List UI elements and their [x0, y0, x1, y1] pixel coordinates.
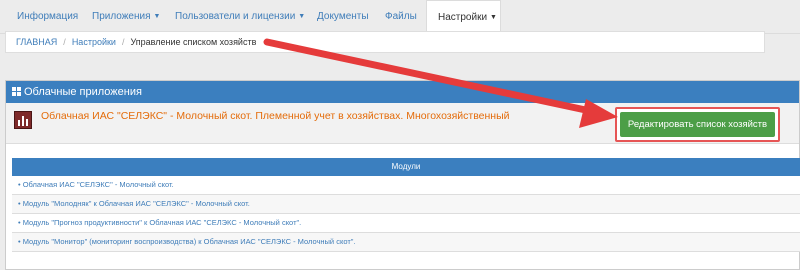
grid-icon: [12, 87, 21, 96]
nav-apps-label: Приложения: [92, 11, 151, 22]
caret-down-icon: ▼: [153, 13, 161, 20]
table-row[interactable]: • Модуль "Монитор" (мониторинг воспроизв…: [12, 233, 800, 252]
breadcrumb-current: Управление списком хозяйств: [130, 37, 257, 47]
nav-apps[interactable]: Приложения ▼: [92, 0, 160, 33]
nav-users-licenses[interactable]: Пользователи и лицензии ▼: [175, 0, 305, 33]
app-logo-icon: [14, 111, 32, 129]
table-header: Модули: [12, 158, 800, 176]
breadcrumb: ГЛАВНАЯ / Настройки / Управление списком хоз…: [5, 31, 765, 53]
panel-header: Облачные приложения: [6, 81, 799, 103]
caret-down-icon: ▼: [490, 14, 497, 21]
breadcrumb-settings[interactable]: Настройки: [72, 37, 116, 47]
nav-settings-label: Настройки: [438, 12, 488, 23]
breadcrumb-separator: /: [121, 37, 125, 47]
nav-documents-label: Документы: [317, 11, 369, 22]
breadcrumb-home[interactable]: ГЛАВНАЯ: [16, 37, 57, 47]
table-row[interactable]: • Облачная ИАС "СЕЛЭКС" - Молочный скот.: [12, 176, 800, 195]
nav-documents[interactable]: Документы: [317, 0, 369, 33]
modules-table: Модули • Облачная ИАС "СЕЛЭКС" - Молочны…: [12, 158, 800, 252]
nav-info[interactable]: Информация: [17, 0, 78, 33]
nav-users-label: Пользователи и лицензии: [175, 11, 296, 22]
app-title: Облачная ИАС "СЕЛЭКС" - Молочный скот. П…: [41, 110, 510, 122]
nav-files[interactable]: Файлы: [385, 0, 417, 33]
top-navbar: Информация Приложения ▼ Пользователи и ли…: [0, 0, 800, 34]
panel-title: Облачные приложения: [24, 86, 142, 98]
edit-farm-list-button[interactable]: Редактировать список хозяйств: [620, 112, 775, 137]
nav-info-label: Информация: [17, 11, 79, 22]
edit-farm-list-button-highlight: Редактировать список хозяйств: [615, 107, 780, 142]
nav-settings[interactable]: Настройки ▼: [426, 0, 501, 33]
table-row[interactable]: • Модуль "Прогноз продуктивности" к Обла…: [12, 214, 800, 233]
caret-down-icon: ▼: [298, 13, 306, 20]
breadcrumb-separator: /: [63, 37, 66, 47]
table-row[interactable]: • Модуль "Молодняк" к Облачная ИАС "СЕЛЭ…: [12, 195, 800, 214]
nav-files-label: Файлы: [385, 11, 417, 22]
